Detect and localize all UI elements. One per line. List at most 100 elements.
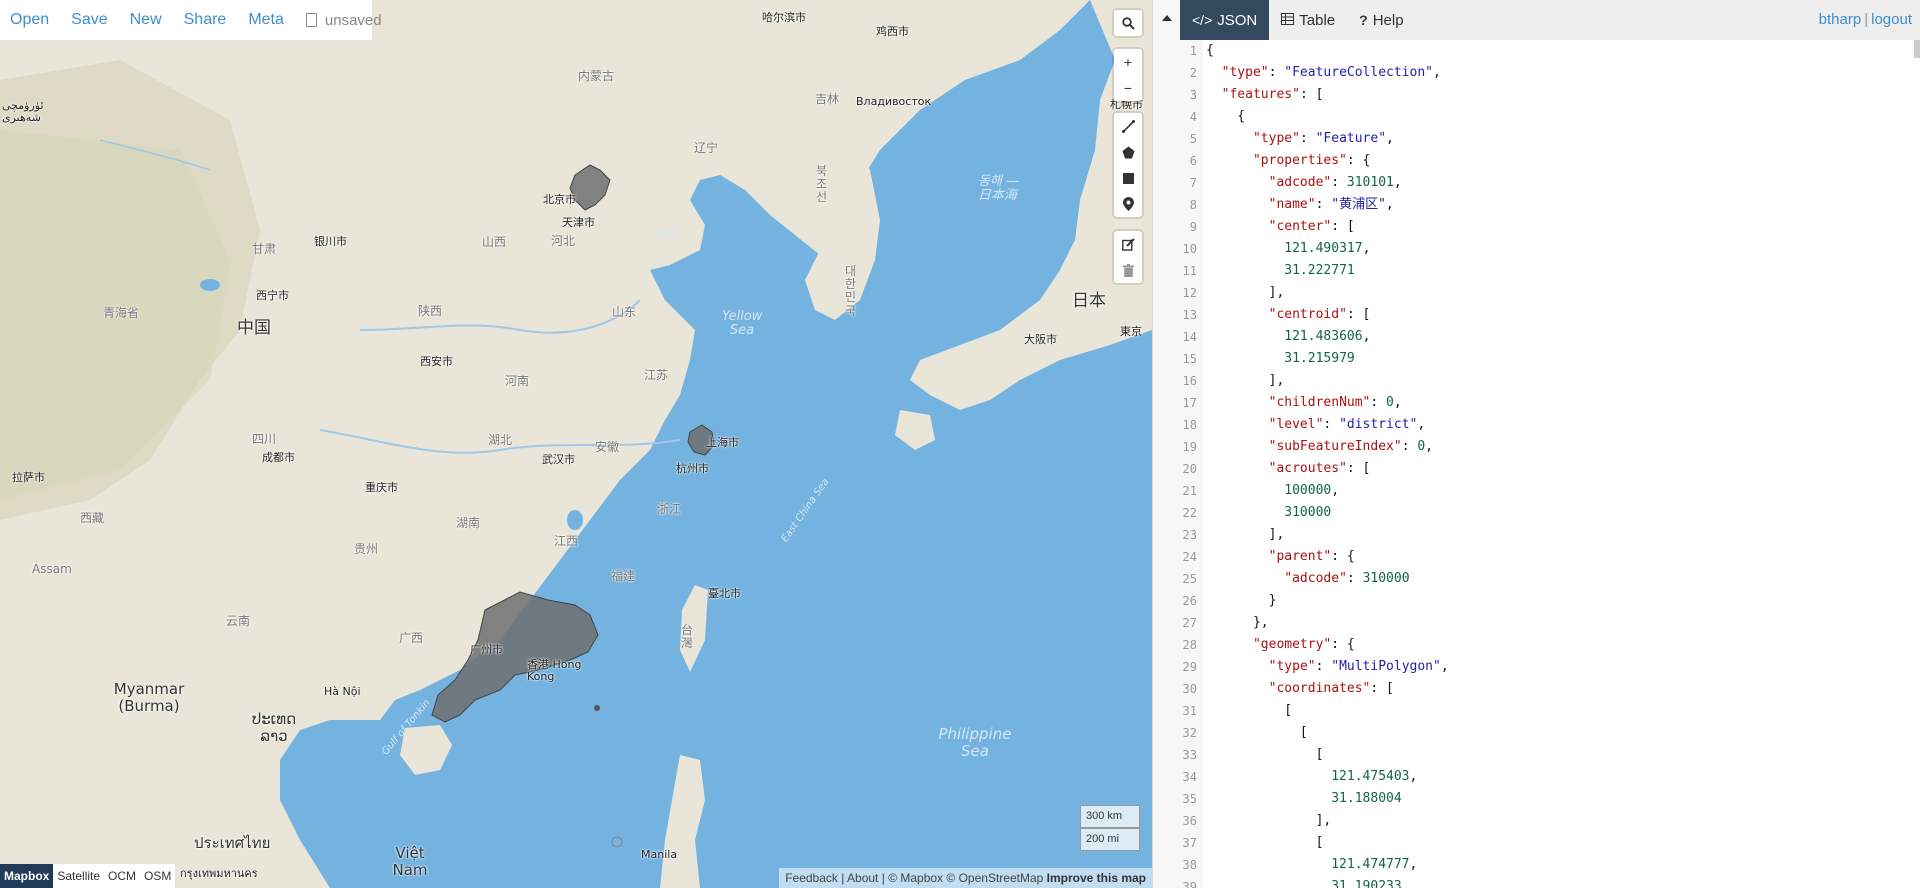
map-label-wuhan: 武汉市 <box>542 453 575 466</box>
code-line: "type": "FeatureCollection", <box>1221 65 1441 80</box>
map-label-guizhou: 贵州 <box>354 542 379 556</box>
map-label-assam: Assam <box>32 562 72 576</box>
code-line: [ <box>1206 725 1308 740</box>
map-label-korea-north: 북조선 <box>816 164 828 205</box>
line-number: 36 <box>1182 814 1197 828</box>
line-number: 37 <box>1182 836 1197 850</box>
code-line: 121.475403, <box>1331 769 1418 784</box>
line-number: 31 <box>1182 704 1197 718</box>
json-editor[interactable]: 1 2 3 4 5 6 7 8 9 10 11 12 13 14 15 16 17 18 19 20 21 22 23 24 2… <box>1180 40 1920 888</box>
code-line: }, <box>1206 615 1269 630</box>
tab-json[interactable]: </> JSON <box>1180 0 1270 40</box>
line-number: 33 <box>1182 748 1197 762</box>
logout-link[interactable]: logout <box>1871 11 1912 28</box>
trash-icon <box>1122 263 1134 277</box>
map-label-osaka: 大阪市 <box>1024 333 1057 346</box>
scale-mi: 200 mi <box>1080 828 1140 851</box>
share-menu[interactable]: Share <box>184 11 227 29</box>
mapbox-attribution-link[interactable]: © Mapbox <box>888 871 943 885</box>
layer-osm[interactable]: OSM <box>140 864 175 888</box>
code-line: "features": [ <box>1221 87 1324 102</box>
line-number: 14 <box>1182 330 1197 344</box>
line-number: 24 <box>1182 550 1197 564</box>
line-number: 11 <box>1182 264 1197 278</box>
editor-pane: </> JSON Table ? Help btharp | logout 1234… <box>1180 0 1920 888</box>
editor-scrollbar[interactable] <box>1914 40 1920 58</box>
map-label-yunnan: 云南 <box>226 614 251 628</box>
code-line: "properties": { <box>1252 153 1371 168</box>
layer-switcher: Mapbox Satellite OCM OSM <box>0 864 176 888</box>
map-label-shanxi: 山西 <box>482 235 507 249</box>
map-label-anhui: 安徽 <box>595 440 620 454</box>
line-number: 2 <box>1189 66 1197 80</box>
line-number: 35 <box>1182 792 1197 806</box>
map-label-hangzhou: 杭州市 <box>676 462 709 475</box>
file-menu: Open Save New Share Meta unsaved <box>0 0 382 40</box>
map-label-jilin: 吉林 <box>815 92 840 106</box>
collapse-arrow-icon[interactable] <box>1162 15 1172 21</box>
question-icon: ? <box>1359 12 1368 28</box>
draw-rectangle-button[interactable] <box>1114 165 1142 191</box>
map-label-hunan: 湖南 <box>456 516 481 530</box>
map-label-liaoning: 辽宁 <box>694 141 719 155</box>
map-label-bohai: 渤海 <box>654 229 674 240</box>
tab-table-label: Table <box>1299 11 1336 29</box>
map-label-guangxi: 广西 <box>399 631 424 645</box>
marker-icon <box>1122 197 1134 211</box>
code-line: [ <box>1206 835 1324 850</box>
code-line: 121.483606, <box>1284 329 1371 344</box>
search-button[interactable] <box>1114 10 1142 36</box>
line-number: 19 <box>1182 440 1197 454</box>
edit-layers-button[interactable] <box>1114 231 1142 257</box>
line-number: 9 <box>1189 220 1197 234</box>
zoom-in-button[interactable]: + <box>1114 49 1142 75</box>
username-link[interactable]: btharp <box>1819 11 1862 28</box>
line-number: 18 <box>1182 418 1197 432</box>
map-label-hanoi: Hà Nội <box>324 685 361 698</box>
pane-collapse-bar[interactable] <box>1152 0 1180 888</box>
code-line: "subFeatureIndex": 0, <box>1268 439 1433 454</box>
save-menu[interactable]: Save <box>71 11 107 29</box>
draw-polygon-button[interactable] <box>1114 139 1142 165</box>
map-label-vladivostok: Владивосток <box>856 95 932 108</box>
meta-menu[interactable]: Meta <box>248 11 284 29</box>
line-number: 10 <box>1182 242 1197 256</box>
code-line: "parent": { <box>1268 549 1355 564</box>
zoom-out-button[interactable]: − <box>1114 75 1142 101</box>
line-number: 12 <box>1182 286 1197 300</box>
osm-attribution-link[interactable]: © OpenStreetMap <box>946 871 1043 885</box>
map-label-china: 中国 <box>237 318 271 338</box>
improve-map-link[interactable]: Improve this map <box>1047 871 1146 885</box>
code-line: { <box>1206 109 1246 124</box>
layer-ocm[interactable]: OCM <box>104 864 140 888</box>
code-line: ], <box>1206 285 1285 300</box>
map-label-hongkong: 香港 Hong Kong <box>527 658 582 684</box>
tab-table[interactable]: Table <box>1269 0 1347 40</box>
feedback-link[interactable]: Feedback <box>785 871 838 885</box>
new-menu[interactable]: New <box>130 11 162 29</box>
search-icon <box>1121 16 1135 30</box>
map-canvas[interactable]: 哈尔滨市 鸡西市 内蒙古 吉林 Владивосток 札幌市 辽宁 북조선 동… <box>0 0 1152 888</box>
layer-mapbox[interactable]: Mapbox <box>0 864 54 888</box>
draw-marker-button[interactable] <box>1114 191 1142 217</box>
map-label-korea-south: 대한민국 <box>845 264 857 318</box>
document-status[interactable]: unsaved <box>305 12 382 29</box>
map-label-jixi: 鸡西市 <box>876 25 909 38</box>
map-label-chengdu: 成都市 <box>262 451 295 464</box>
layer-satellite[interactable]: Satellite <box>53 864 104 888</box>
rectangle-icon <box>1122 172 1134 184</box>
code-line: "centroid": [ <box>1268 307 1371 322</box>
map-label-thailand: ประเทศไทย <box>194 834 271 852</box>
open-menu[interactable]: Open <box>10 11 49 29</box>
edit-icon <box>1121 237 1135 251</box>
code-line: [ <box>1206 703 1293 718</box>
about-link[interactable]: About <box>847 871 878 885</box>
tab-help[interactable]: ? Help <box>1347 0 1415 40</box>
code-area[interactable]: { "type": "FeatureCollection", "features… <box>1206 40 1920 888</box>
draw-line-button[interactable] <box>1114 113 1142 139</box>
line-number: 22 <box>1182 506 1197 520</box>
map-label-zhejiang: 浙江 <box>657 502 682 516</box>
map-label-harbin: 哈尔滨市 <box>762 11 806 24</box>
delete-layers-button[interactable] <box>1114 257 1142 283</box>
map-label-yellow-sea: Yellow Sea <box>722 309 763 339</box>
